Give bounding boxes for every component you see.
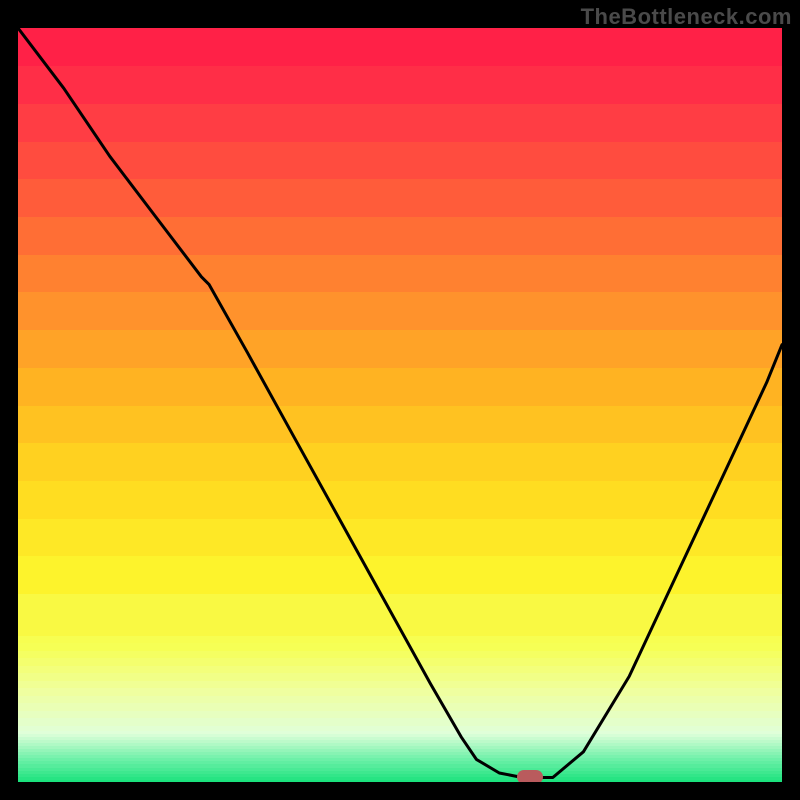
chart-frame: TheBottleneck.com (0, 0, 800, 800)
bottleneck-curve (18, 28, 782, 778)
plot-area (18, 28, 782, 782)
optimum-marker (517, 770, 543, 782)
curve-svg (18, 28, 782, 782)
watermark-text: TheBottleneck.com (581, 4, 792, 30)
